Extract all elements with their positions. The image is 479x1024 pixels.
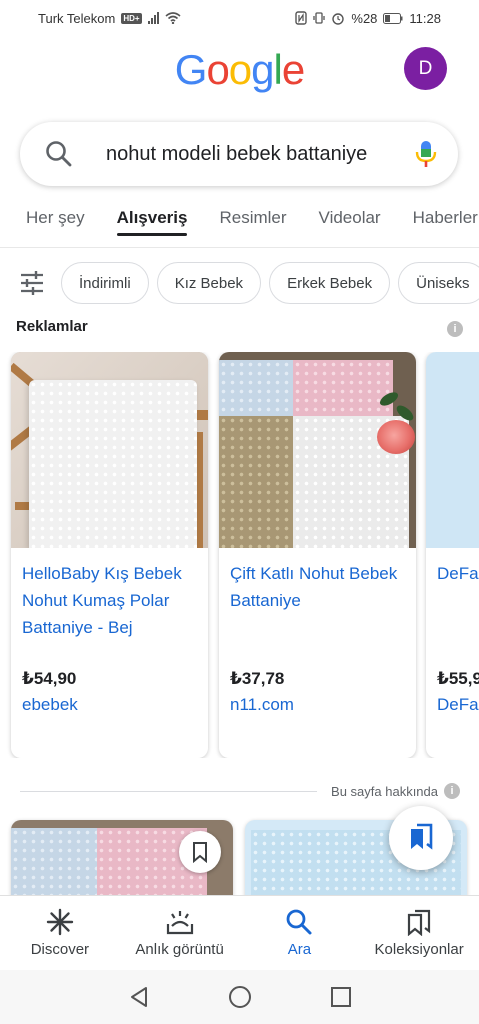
search-tabs: Her şey Alışveriş Resimler Videolar Habe… xyxy=(0,196,479,248)
account-avatar[interactable]: D xyxy=(404,47,447,90)
wifi-icon xyxy=(165,12,181,24)
ads-label: Reklamlar xyxy=(16,318,88,335)
search-box[interactable]: nohut modeli bebek battaniye xyxy=(20,122,458,186)
chip-discounted[interactable]: İndirimli xyxy=(61,262,149,304)
tab-news[interactable]: Haberler xyxy=(413,196,478,247)
collections-fab[interactable] xyxy=(389,806,453,870)
nav-label: Koleksiyonlar xyxy=(374,941,464,958)
ads-info-icon[interactable]: i xyxy=(447,321,463,337)
collections-icon xyxy=(411,823,433,850)
product-carousel: HelloBaby Kış Bebek Nohut Kumaş Polar Ba… xyxy=(0,352,479,758)
snapshot-icon xyxy=(166,911,193,935)
product-title[interactable]: HelloBaby Kış Bebek Nohut Kumaş Polar Ba… xyxy=(22,560,198,641)
system-navigation-bar xyxy=(0,970,479,1024)
about-this-page-link[interactable]: Bu sayfa hakkında xyxy=(331,784,438,799)
nav-discover[interactable]: Discover xyxy=(0,896,120,970)
search-icon[interactable] xyxy=(44,139,74,169)
bookmark-icon xyxy=(193,842,207,863)
avatar-letter: D xyxy=(418,57,433,79)
product-image xyxy=(426,352,479,548)
back-icon[interactable] xyxy=(128,986,150,1008)
product-store[interactable]: ebebek xyxy=(22,695,78,715)
product-title[interactable]: DeFa Nohu Batta xyxy=(437,560,479,587)
nav-label: Ara xyxy=(287,941,312,958)
tab-images[interactable]: Resimler xyxy=(219,196,286,247)
product-card[interactable]: HelloBaby Kış Bebek Nohut Kumaş Polar Ba… xyxy=(11,352,208,758)
nav-snapshot[interactable]: Anlık görüntü xyxy=(120,896,240,970)
nfc-icon xyxy=(295,11,308,25)
battery-icon xyxy=(383,12,403,24)
product-price: ₺37,78 xyxy=(230,669,285,688)
nav-label: Anlık görüntü xyxy=(135,941,224,958)
search-icon xyxy=(286,909,312,935)
alarm-icon xyxy=(332,13,345,25)
status-bar: Turk Telekom HD+ %28 11:28 xyxy=(0,0,479,36)
bookmark-button[interactable] xyxy=(179,831,221,873)
signal-icon xyxy=(147,12,159,24)
product-title[interactable]: Çift Katlı Nohut Bebek Battaniye xyxy=(230,560,406,614)
carrier-name: Turk Telekom xyxy=(38,10,116,26)
battery-percent: %28 xyxy=(351,10,378,26)
logo-letter: g xyxy=(251,46,274,93)
product-image xyxy=(11,352,208,548)
search-query[interactable]: nohut modeli bebek battaniye xyxy=(106,143,404,166)
product-price: ₺55,9 xyxy=(437,669,479,688)
product-price: ₺54,90 xyxy=(22,669,77,688)
chip-girl-baby[interactable]: Kız Bebek xyxy=(156,262,262,304)
tab-all[interactable]: Her şey xyxy=(26,196,85,247)
hd-badge: HD+ xyxy=(121,12,142,24)
clock: 11:28 xyxy=(409,10,441,26)
product-store[interactable]: n11.com xyxy=(230,695,294,715)
home-icon[interactable] xyxy=(228,985,252,1009)
asterisk-icon xyxy=(46,908,74,936)
nav-collections[interactable]: Koleksiyonlar xyxy=(359,896,479,970)
microphone-icon[interactable] xyxy=(414,139,438,169)
logo-letter: o xyxy=(206,46,229,93)
status-right: %28 11:28 xyxy=(295,11,441,26)
product-image xyxy=(219,352,416,548)
ads-info-glyph: i xyxy=(453,323,457,335)
logo-letter: e xyxy=(281,46,305,93)
nav-label: Discover xyxy=(30,941,90,958)
tab-shopping[interactable]: Alışveriş xyxy=(116,196,187,247)
product-store[interactable]: DeFa xyxy=(437,695,479,715)
nav-search[interactable]: Ara xyxy=(240,896,360,970)
recents-icon[interactable] xyxy=(330,986,352,1008)
bottom-navigation: Discover Anlık görüntü Ara Koleksiyonlar xyxy=(0,895,479,970)
about-this-page-row: Bu sayfa hakkında i xyxy=(20,780,460,802)
product-card[interactable]: DeFa Nohu Batta ₺55,9 DeFa xyxy=(426,352,479,758)
logo-letter: G xyxy=(174,46,208,93)
logo-letter: o xyxy=(228,46,252,93)
filter-chips: İndirimli Kız Bebek Erkek Bebek Üniseks xyxy=(0,262,479,304)
chip-unisex[interactable]: Üniseks xyxy=(398,262,479,304)
filter-sliders-icon[interactable] xyxy=(19,270,45,296)
vibrate-icon xyxy=(313,12,326,24)
logo-letter: l xyxy=(273,46,283,93)
divider xyxy=(20,790,318,792)
status-left: Turk Telekom HD+ xyxy=(38,11,181,26)
chip-boy-baby[interactable]: Erkek Bebek xyxy=(269,262,391,304)
product-card[interactable]: Çift Katlı Nohut Bebek Battaniye ₺37,78 … xyxy=(219,352,416,758)
tab-videos[interactable]: Videolar xyxy=(319,196,381,247)
about-info-glyph: i xyxy=(450,785,454,797)
about-info-icon[interactable]: i xyxy=(444,783,460,799)
collections-icon xyxy=(408,909,431,936)
